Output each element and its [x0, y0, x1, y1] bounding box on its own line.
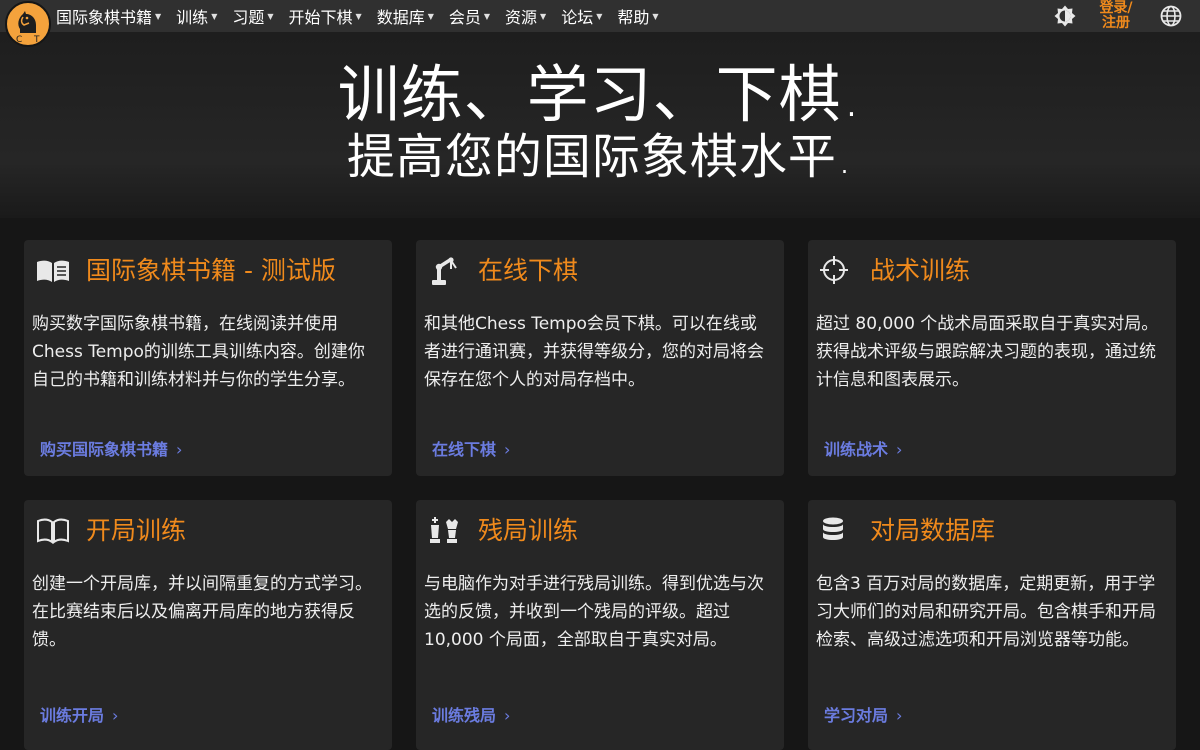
svg-text:T: T	[33, 35, 40, 45]
chevron-down-icon: ▼	[483, 11, 491, 21]
globe-icon	[1160, 5, 1182, 27]
menu-membership[interactable]: 会员 ▼	[449, 0, 490, 32]
card-title[interactable]: 国际象棋书籍 - 测试版	[86, 254, 336, 288]
hero-headline: 训练、学习、下棋.	[337, 58, 863, 131]
chevron-down-icon: ▼	[596, 11, 603, 21]
brightness-icon	[1054, 5, 1076, 27]
hero-subheadline: 提高您的国际象棋水平.	[346, 129, 854, 185]
train-tactics-link[interactable]: 训练战术 ›	[824, 436, 902, 460]
menu-database[interactable]: 数据库 ▼	[377, 0, 434, 32]
chevron-down-icon: ▼	[267, 11, 274, 21]
card-openings: 开局训练 创建一个开局库，并以间隔重复的方式学习。 在比赛结束后以及偏离开局库的…	[24, 500, 392, 750]
login-register-link[interactable]: 登录/ 注册	[1094, 1, 1138, 31]
knight-logo-icon: C T	[16, 11, 40, 45]
card-description: 购买数字国际象棋书籍，在线阅读并使用Chess Tempo的训练工具训练内容。创…	[32, 314, 365, 390]
card-title[interactable]: 在线下棋	[478, 254, 578, 288]
menu-books[interactable]: 国际象棋书籍 ▼	[56, 0, 161, 32]
open-book-icon	[37, 518, 69, 544]
menu-problems[interactable]: 习题 ▼	[232, 0, 273, 32]
train-openings-link[interactable]: 训练开局 ›	[40, 702, 118, 726]
card-play-online: 在线下棋 和其他Chess Tempo会员下棋。可以在线或者进行通讯赛，并获得等…	[416, 240, 784, 476]
svg-text:C: C	[16, 35, 22, 45]
card-title[interactable]: 战术训练	[870, 254, 970, 288]
chevron-down-icon: ▼	[427, 11, 434, 21]
menu-forum[interactable]: 论坛 ▼	[561, 0, 602, 32]
menu-help[interactable]: 帮助 ▼	[617, 0, 658, 32]
database-icon	[823, 517, 843, 540]
play-online-link[interactable]: 在线下棋 ›	[432, 436, 510, 460]
chevron-down-icon: ▼	[155, 11, 162, 21]
chevron-right-icon: ›	[896, 706, 903, 725]
card-title[interactable]: 对局数据库	[870, 514, 995, 548]
card-description: 创建一个开局库，并以间隔重复的方式学习。 在比赛结束后以及偏离开局库的地方获得反…	[32, 574, 372, 650]
card-title[interactable]: 开局训练	[86, 514, 186, 548]
robot-arm-icon	[432, 257, 457, 285]
chevron-down-icon: ▼	[652, 11, 659, 21]
card-description: 和其他Chess Tempo会员下棋。可以在线或者进行通讯赛，并获得等级分，您的…	[424, 314, 764, 390]
chevron-down-icon: ▼	[355, 11, 362, 21]
study-games-link[interactable]: 学习对局 ›	[824, 702, 902, 726]
card-description: 包含3 百万对局的数据库，定期更新，用于学习大师们的对局和研究开局。包含棋手和开…	[816, 574, 1156, 650]
card-endgames: 残局训练 与电脑作为对手进行残局训练。得到优选与次选的反馈，并收到一个残局的评级…	[416, 500, 784, 750]
card-description: 与电脑作为对手进行残局训练。得到优选与次选的反馈，并收到一个残局的评级。超过 1…	[424, 574, 764, 650]
menu-play[interactable]: 开始下棋 ▼	[289, 0, 362, 32]
buy-books-link[interactable]: 购买国际象棋书籍 ›	[40, 436, 182, 460]
theme-toggle-button[interactable]	[1053, 4, 1077, 28]
card-description: 超过 80,000 个战术局面采取自于真实对局。获得战术评级与跟踪解决习题的表现…	[816, 314, 1159, 390]
chesstempo-logo[interactable]: C T	[5, 1, 51, 47]
chevron-right-icon: ›	[896, 440, 903, 459]
chevron-down-icon: ▼	[211, 11, 218, 21]
crosshair-icon	[820, 256, 848, 284]
card-title[interactable]: 残局训练	[478, 514, 578, 548]
top-navbar: C T 国际象棋书籍 ▼ 训练 ▼ 习题 ▼ 开始下棋 ▼ 数据库 ▼ 会员 ▼ 资源 ▼ 论…	[0, 0, 1200, 47]
chevron-right-icon: ›	[176, 440, 183, 459]
hero-banner: 训练、学习、下棋. 提高您的国际象棋水平.	[0, 32, 1200, 218]
chevron-right-icon: ›	[504, 706, 511, 725]
menu-resources[interactable]: 资源 ▼	[505, 0, 546, 32]
chevron-right-icon: ›	[112, 706, 119, 725]
main-menu: 国际象棋书籍 ▼ 训练 ▼ 习题 ▼ 开始下棋 ▼ 数据库 ▼ 会员 ▼ 资源 ▼ 论坛 ▼ 帮…	[56, 0, 674, 32]
chess-pieces-icon	[430, 517, 458, 543]
chevron-right-icon: ›	[504, 440, 511, 459]
book-icon	[37, 260, 69, 282]
card-game-database: 对局数据库 包含3 百万对局的数据库，定期更新，用于学习大师们的对局和研究开局。…	[808, 500, 1176, 750]
card-chess-books: 国际象棋书籍 - 测试版 购买数字国际象棋书籍，在线阅读并使用Chess Tem…	[24, 240, 392, 476]
language-button[interactable]	[1160, 5, 1182, 27]
chevron-down-icon: ▼	[540, 11, 547, 21]
train-endgames-link[interactable]: 训练残局 ›	[432, 702, 510, 726]
menu-training[interactable]: 训练 ▼	[176, 0, 217, 32]
card-tactics: 战术训练 超过 80,000 个战术局面采取自于真实对局。获得战术评级与跟踪解决…	[808, 240, 1176, 476]
